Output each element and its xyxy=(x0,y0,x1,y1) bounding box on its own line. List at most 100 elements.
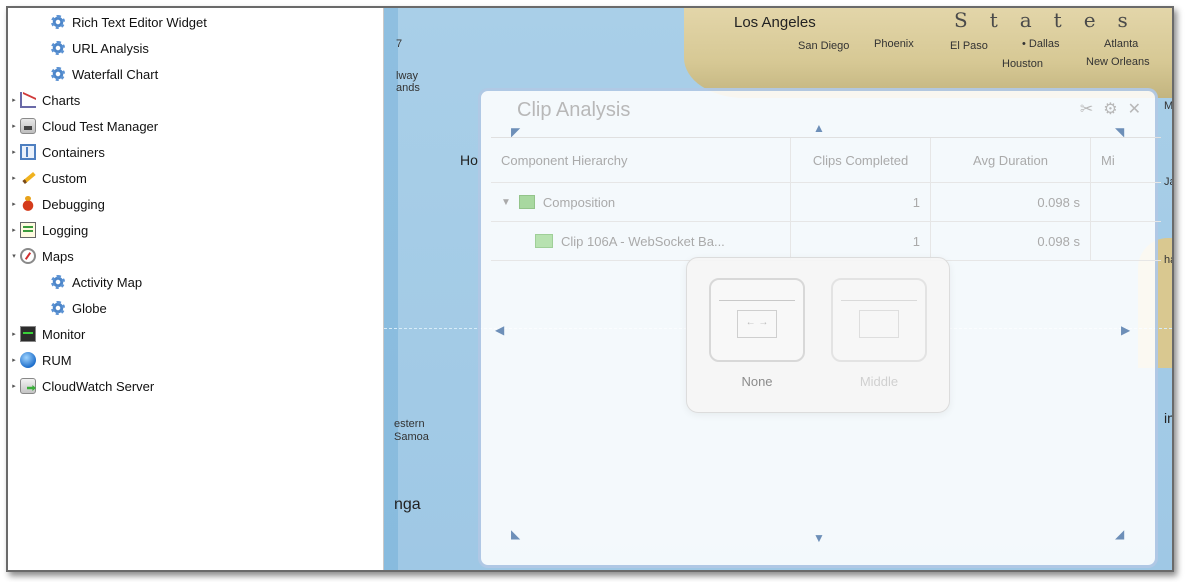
sidebar-item-charts[interactable]: ▸ Charts xyxy=(10,89,80,111)
map-label-san-diego: San Diego xyxy=(798,40,850,52)
resize-bottom-right-icon[interactable]: ◢ xyxy=(1115,527,1124,541)
expander-icon[interactable]: ▸ xyxy=(10,356,18,364)
clip-analysis-widget[interactable]: Clip Analysis ✂ ⚙ ✕ ◤ ▲ ◥ ◀ ▶ ◣ ▼ ◢ Comp… xyxy=(478,88,1161,568)
sidebar-item-label: Custom xyxy=(42,170,87,186)
map-label-j: Ja xyxy=(1164,176,1172,188)
table-header-row: Component Hierarchy Clips Completed Avg … xyxy=(491,138,1161,183)
sidebar-item-label: Debugging xyxy=(42,196,105,212)
pin-icon[interactable]: ✂ xyxy=(1080,99,1093,119)
sidebar-item-label: Maps xyxy=(42,248,74,264)
layout-option-none[interactable]: ← → xyxy=(709,278,805,362)
sidebar-item-containers[interactable]: ▸ Containers xyxy=(10,141,105,163)
row-name: Clip 106A - WebSocket Ba... xyxy=(561,233,725,249)
column-header-hierarchy[interactable]: Component Hierarchy xyxy=(491,138,791,182)
sidebar-item-globe[interactable]: Globe xyxy=(50,297,107,319)
widget-title: Clip Analysis xyxy=(517,99,631,121)
expander-icon[interactable]: ▾ xyxy=(10,252,18,260)
sidebar-item-monitor[interactable]: ▸ Monitor xyxy=(10,323,85,345)
map-label-m: M xyxy=(1164,100,1174,112)
sidebar-item-label: RUM xyxy=(42,352,72,368)
cloud-test-icon xyxy=(20,118,36,134)
globe-icon xyxy=(20,352,36,368)
expander-icon[interactable]: ▸ xyxy=(10,226,18,234)
map-label-dallas: • Dallas xyxy=(1022,38,1060,50)
sidebar-item-custom[interactable]: ▸ Custom xyxy=(10,167,87,189)
expander-icon[interactable]: ▸ xyxy=(10,148,18,156)
database-icon xyxy=(20,378,36,394)
sidebar-item-cloudwatch-server[interactable]: ▸ CloudWatch Server xyxy=(10,375,154,397)
layout-option-middle-label: Middle xyxy=(859,374,899,389)
resize-right-icon[interactable]: ▶ xyxy=(1121,323,1130,337)
table-row[interactable]: ▼ Composition 1 0.098 s xyxy=(491,183,1161,222)
row-name: Composition xyxy=(542,194,616,210)
map-label-houston: Houston xyxy=(1002,58,1043,70)
resize-bottom-icon[interactable]: ▼ xyxy=(813,531,825,545)
column-header-min[interactable]: Mi xyxy=(1091,138,1161,182)
sidebar-item-label: CloudWatch Server xyxy=(42,378,155,394)
column-header-clips-completed[interactable]: Clips Completed xyxy=(791,138,931,182)
resize-top-icon[interactable]: ▲ xyxy=(813,121,825,135)
sidebar-item-activity-map[interactable]: Activity Map xyxy=(50,271,142,293)
map-label-los-angeles: Los Angeles xyxy=(734,14,816,31)
map-label-im: im xyxy=(1164,410,1172,426)
row-avg-duration: 0.098 s xyxy=(931,183,1091,221)
sidebar-item-maps[interactable]: ▾ Maps xyxy=(10,245,74,267)
sidebar-item-url-analysis[interactable]: URL Analysis xyxy=(50,37,149,59)
sidebar-item-logging[interactable]: ▸ Logging xyxy=(10,219,88,241)
sidebar-item-label: Rich Text Editor Widget xyxy=(72,14,207,30)
gear-icon xyxy=(50,300,66,316)
layout-option-middle[interactable] xyxy=(831,278,927,362)
row-clips: 1 xyxy=(791,183,931,221)
monitor-icon xyxy=(20,326,36,342)
map-label-samoa: Samoa xyxy=(394,431,429,443)
map-label-hi: ha xyxy=(1164,254,1172,266)
sidebar-item-waterfall-chart[interactable]: Waterfall Chart xyxy=(50,63,158,85)
sidebar-item-label: Monitor xyxy=(42,326,86,342)
chart-icon xyxy=(20,92,36,108)
column-header-avg-duration[interactable]: Avg Duration xyxy=(931,138,1091,182)
layout-option-none-label: None xyxy=(741,374,773,389)
composition-icon xyxy=(518,195,535,209)
clip-icon xyxy=(535,234,553,248)
settings-icon[interactable]: ⚙ xyxy=(1103,99,1117,119)
map-label-ho: Ho xyxy=(460,152,478,168)
sidebar-item-label: Cloud Test Manager xyxy=(42,118,159,134)
sidebar-item-rich-text-editor-widget[interactable]: Rich Text Editor Widget xyxy=(50,11,207,33)
sidebar-item-label: Charts xyxy=(42,92,81,108)
sidebar-item-label: Globe xyxy=(72,300,107,316)
expander-icon[interactable]: ▸ xyxy=(10,382,18,390)
layout-none-glyph: ← → xyxy=(737,310,777,338)
clip-analysis-table: Component Hierarchy Clips Completed Avg … xyxy=(491,137,1161,261)
sidebar-item-label: Logging xyxy=(42,222,89,238)
map-label-western: estern xyxy=(394,418,425,430)
sidebar-item-label: URL Analysis xyxy=(72,40,149,56)
expander-icon[interactable]: ▸ xyxy=(10,330,18,338)
sidebar-item-cloud-test-manager[interactable]: ▸ Cloud Test Manager xyxy=(10,115,158,137)
bug-icon xyxy=(20,196,36,212)
sidebar-item-rum[interactable]: ▸ RUM xyxy=(10,349,72,371)
sidebar-item-debugging[interactable]: ▸ Debugging xyxy=(10,193,105,215)
map-label-ands: ands xyxy=(396,82,420,94)
map-label-states: States xyxy=(954,8,1150,32)
resize-left-icon[interactable]: ◀ xyxy=(495,323,504,337)
expander-icon[interactable]: ▸ xyxy=(10,200,18,208)
containers-icon xyxy=(20,144,36,160)
widget-palette-sidebar: Rich Text Editor Widget URL Analysis Water… xyxy=(8,8,384,570)
expander-icon[interactable]: ▸ xyxy=(10,96,18,104)
gear-icon xyxy=(50,274,66,290)
gear-icon xyxy=(50,40,66,56)
expand-arrow-icon[interactable]: ▼ xyxy=(501,197,511,208)
gear-icon xyxy=(50,14,66,30)
close-icon[interactable]: ✕ xyxy=(1128,99,1141,119)
row-clips: 1 xyxy=(791,222,931,260)
app-window: Rich Text Editor Widget URL Analysis Water… xyxy=(6,6,1174,572)
resize-bottom-left-icon[interactable]: ◣ xyxy=(511,527,520,541)
expander-icon[interactable]: ▸ xyxy=(10,122,18,130)
layout-popover: ← → None Middle xyxy=(686,257,950,413)
expander-icon[interactable]: ▸ xyxy=(10,174,18,182)
row-avg-duration: 0.098 s xyxy=(931,222,1091,260)
table-row[interactable]: Clip 106A - WebSocket Ba... 1 0.098 s xyxy=(491,222,1161,261)
sidebar-item-label: Waterfall Chart xyxy=(72,66,159,82)
pen-icon xyxy=(20,170,36,186)
map-label-atlanta: Atlanta xyxy=(1104,38,1139,50)
